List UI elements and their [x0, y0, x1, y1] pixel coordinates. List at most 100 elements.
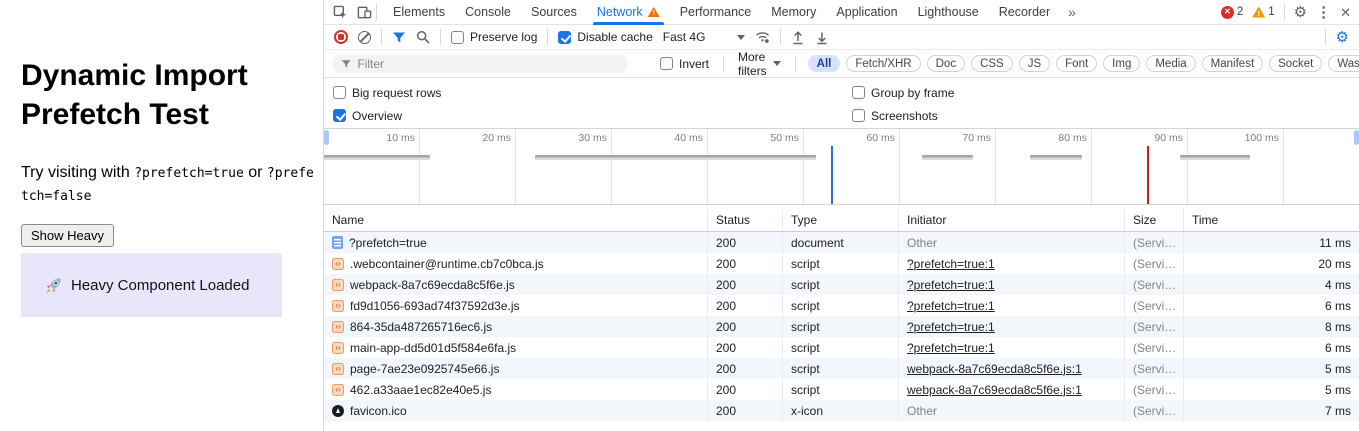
network-request-row[interactable]: fd9d1056-693ad74f37592d3e.js200script?pr…: [324, 295, 1359, 316]
chevron-down-icon: [773, 61, 781, 66]
preserve-log-checkbox[interactable]: [451, 31, 464, 44]
time-cell: 6 ms: [1184, 295, 1359, 316]
network-request-row[interactable]: 462.a33aae1ec82e40e5.js200scriptwebpack-…: [324, 379, 1359, 400]
kebab-menu-icon[interactable]: ⋮: [1316, 5, 1331, 20]
initiator-link[interactable]: ?prefetch=true:1: [907, 299, 995, 313]
export-har-icon[interactable]: [815, 30, 829, 45]
network-settings-gear-icon[interactable]: ⚙: [1336, 30, 1349, 45]
import-har-icon[interactable]: [791, 30, 805, 45]
tab-sources[interactable]: Sources: [521, 0, 587, 25]
close-devtools-icon[interactable]: ✕: [1340, 6, 1351, 19]
tab-elements[interactable]: Elements: [383, 0, 455, 25]
network-request-row[interactable]: page-7ae23e0925745e66.js200scriptwebpack…: [324, 358, 1359, 379]
disable-cache-option[interactable]: Disable cache: [558, 30, 652, 44]
network-request-row[interactable]: favicon.ico200x-iconOther(Servi…7 ms: [324, 400, 1359, 421]
record-network-log-button[interactable]: [334, 30, 348, 44]
initiator-link[interactable]: ?prefetch=true:1: [907, 257, 995, 271]
timeline-tick-label: 80 ms: [1058, 132, 1087, 144]
tab-recorder[interactable]: Recorder: [989, 0, 1060, 25]
inspect-element-icon[interactable]: [328, 0, 352, 24]
requests-table: NameStatusTypeInitiatorSizeTime ?prefetc…: [324, 209, 1359, 421]
overview-option[interactable]: Overview: [333, 104, 852, 127]
tab-network[interactable]: Network: [587, 0, 670, 25]
search-icon[interactable]: [416, 30, 430, 44]
throttling-dropdown[interactable]: Fast 4G: [663, 30, 746, 44]
console-warnings-badge[interactable]: 1: [1252, 6, 1274, 18]
more-panels-button[interactable]: »: [1060, 4, 1084, 20]
filter-chip-all[interactable]: All: [808, 55, 841, 72]
initiator-link[interactable]: webpack-8a7c69ecda8c5f6e.js:1: [907, 383, 1082, 397]
filter-input-wrapper: [332, 54, 628, 73]
filter-chip-manifest[interactable]: Manifest: [1202, 55, 1263, 72]
tab-lighthouse[interactable]: Lighthouse: [908, 0, 989, 25]
filter-chip-doc[interactable]: Doc: [927, 55, 965, 72]
screenshots-option[interactable]: Screenshots: [852, 104, 1359, 127]
invert-option[interactable]: Invert: [660, 57, 709, 71]
filter-chip-img[interactable]: Img: [1103, 55, 1140, 72]
initiator-link[interactable]: ?prefetch=true:1: [907, 320, 995, 334]
screenshots-checkbox[interactable]: [852, 109, 865, 122]
column-header-time[interactable]: Time: [1184, 209, 1359, 231]
big-request-rows-option[interactable]: Big request rows: [333, 81, 852, 104]
network-request-row[interactable]: .webcontainer@runtime.cb7c0bca.js200scri…: [324, 253, 1359, 274]
divider: [780, 29, 781, 45]
more-filters-dropdown[interactable]: More filters: [738, 50, 781, 78]
big-request-rows-checkbox[interactable]: [333, 86, 346, 99]
script-file-icon: [332, 321, 344, 333]
network-conditions-icon[interactable]: [755, 30, 770, 44]
tab-label: Recorder: [999, 5, 1050, 19]
network-request-row[interactable]: ?prefetch=true200documentOther(Servi…11 …: [324, 232, 1359, 253]
timeline-grid-segment: 90 ms: [1092, 129, 1188, 204]
column-header-size[interactable]: Size: [1125, 209, 1184, 231]
filter-chip-fetch-xhr[interactable]: Fetch/XHR: [846, 55, 920, 72]
disable-cache-checkbox[interactable]: [558, 31, 571, 44]
network-request-row[interactable]: main-app-dd5d01d5f584e6fa.js200script?pr…: [324, 337, 1359, 358]
filter-funnel-icon[interactable]: [392, 31, 406, 44]
console-errors-badge[interactable]: 2: [1221, 6, 1243, 19]
panel-tabs: ElementsConsoleSourcesNetworkPerformance…: [383, 0, 1060, 25]
network-request-row[interactable]: 864-35da487265716ec6.js200script?prefetc…: [324, 316, 1359, 337]
name-cell: page-7ae23e0925745e66.js: [324, 358, 708, 379]
tab-label: Application: [836, 5, 897, 19]
filter-chip-js[interactable]: JS: [1019, 55, 1050, 72]
heavy-loaded-banner: Heavy Component Loaded: [21, 253, 282, 317]
initiator-link[interactable]: ?prefetch=true:1: [907, 341, 995, 355]
page-title: Dynamic Import Prefetch Test: [21, 56, 306, 134]
preserve-log-option[interactable]: Preserve log: [451, 30, 537, 44]
group-by-frame-checkbox[interactable]: [852, 86, 865, 99]
group-by-frame-option[interactable]: Group by frame: [852, 81, 1359, 104]
clear-network-log-icon[interactable]: [358, 31, 371, 44]
network-request-row[interactable]: webpack-8a7c69ecda8c5f6e.js200script?pre…: [324, 274, 1359, 295]
filter-chip-css[interactable]: CSS: [971, 55, 1013, 72]
settings-gear-icon[interactable]: ⚙: [1294, 5, 1307, 20]
timeline-grid-segment: 10 ms: [324, 129, 420, 204]
time-cell: 5 ms: [1184, 379, 1359, 400]
initiator-text: Other: [907, 236, 937, 250]
network-overview-timeline[interactable]: 10 ms20 ms30 ms40 ms50 ms60 ms70 ms80 ms…: [324, 128, 1359, 205]
tab-performance[interactable]: Performance: [670, 0, 762, 25]
show-heavy-button[interactable]: Show Heavy: [21, 224, 114, 247]
filter-chip-wasm[interactable]: Wasm: [1328, 55, 1359, 72]
load-event-line: [1147, 146, 1149, 204]
invert-checkbox[interactable]: [660, 57, 673, 70]
resource-type-chips: All Fetch/XHR Doc CSS JS Font Img Media Manifest…: [808, 55, 1359, 72]
filter-chip-media[interactable]: Media: [1146, 55, 1195, 72]
tab-console[interactable]: Console: [455, 0, 521, 25]
timeline-grid-segment: 70 ms: [900, 129, 996, 204]
requests-table-body: ?prefetch=true200documentOther(Servi…11 …: [324, 232, 1359, 421]
column-header-name[interactable]: Name: [324, 209, 708, 231]
filter-chip-font[interactable]: Font: [1056, 55, 1097, 72]
column-header-type[interactable]: Type: [783, 209, 899, 231]
initiator-link[interactable]: ?prefetch=true:1: [907, 278, 995, 292]
device-toolbar-icon[interactable]: [352, 0, 376, 24]
type-cell: script: [783, 337, 899, 358]
disable-cache-label: Disable cache: [577, 30, 652, 44]
column-header-initiator[interactable]: Initiator: [899, 209, 1125, 231]
tab-memory[interactable]: Memory: [761, 0, 826, 25]
tab-application[interactable]: Application: [826, 0, 907, 25]
initiator-link[interactable]: webpack-8a7c69ecda8c5f6e.js:1: [907, 362, 1082, 376]
filter-input[interactable]: [357, 57, 619, 71]
filter-chip-socket[interactable]: Socket: [1269, 55, 1322, 72]
column-header-status[interactable]: Status: [708, 209, 783, 231]
overview-checkbox[interactable]: [333, 109, 346, 122]
